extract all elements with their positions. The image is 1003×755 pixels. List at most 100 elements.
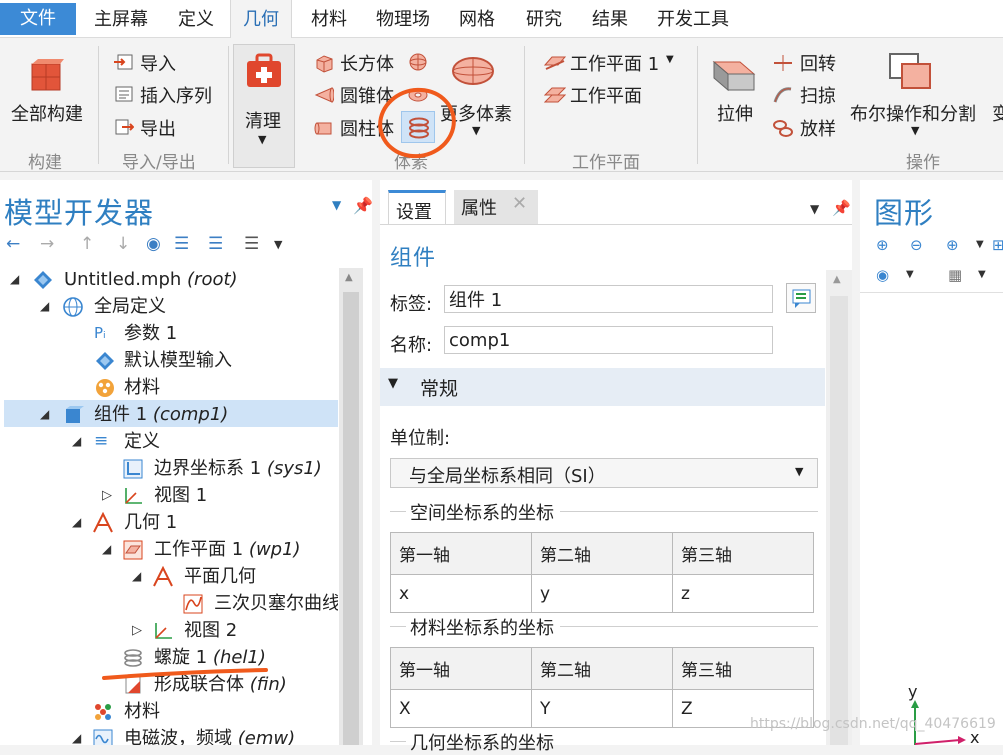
tree-item-plane-geometry[interactable]: ◢ 平面几何 xyxy=(0,563,338,590)
insert-sequence-button[interactable]: 插入序列 xyxy=(112,82,222,108)
tree-item-bezier-curve[interactable]: 三次贝塞尔曲线 xyxy=(0,590,338,617)
tree-item-work-plane-1[interactable]: ◢ 工作平面 1 (wp1) xyxy=(0,536,338,563)
chevron-down-icon[interactable]: ▼ xyxy=(978,269,986,280)
menu-materials[interactable]: 材料 xyxy=(311,0,347,38)
label-input[interactable] xyxy=(444,285,773,313)
label-caption: 标签: xyxy=(390,294,433,315)
export-button[interactable]: 导出 xyxy=(112,115,222,141)
table-cell[interactable]: z xyxy=(672,574,814,613)
menu-physics[interactable]: 物理场 xyxy=(376,0,430,38)
menu-definitions[interactable]: 定义 xyxy=(178,0,214,38)
menu-mesh[interactable]: 网格 xyxy=(459,0,495,38)
transform-button[interactable]: 变 xyxy=(990,52,1003,142)
block-button[interactable]: 长方体 xyxy=(312,50,407,76)
menu-developer[interactable]: 开发工具 xyxy=(657,0,729,38)
menu-geometry[interactable]: 几何 xyxy=(230,0,292,38)
list-view-icon[interactable]: ☰ xyxy=(244,234,259,254)
back-arrow-icon[interactable]: ← xyxy=(6,234,20,254)
bezier-curve-icon xyxy=(183,594,203,614)
tree-item-global-materials[interactable]: 材料 xyxy=(0,374,338,401)
forward-arrow-icon[interactable]: → xyxy=(40,234,54,254)
tree-item-component-1[interactable]: ◢ 组件 1 (comp1) xyxy=(0,401,338,428)
revolve-button[interactable]: 回转 xyxy=(772,50,842,76)
tab-settings[interactable]: 设置 xyxy=(388,190,446,224)
zoom-box-icon[interactable]: ⊕ xyxy=(946,236,959,254)
build-all-button[interactable]: 全部构建 xyxy=(6,52,90,142)
work-plane-1-button[interactable]: 工作平面 1 ▼ xyxy=(542,50,682,76)
menu-home[interactable]: 主屏幕 xyxy=(94,0,148,38)
coordinate-system-icon xyxy=(123,459,143,479)
settings-scrollbar-thumb[interactable] xyxy=(830,296,848,745)
clean-button[interactable]: 清理 ▼ xyxy=(233,44,295,168)
tree-item-default-model-inputs[interactable]: 默认模型输入 xyxy=(0,347,338,374)
collapse-all-icon[interactable]: ☰ xyxy=(174,234,189,254)
panel-menu-chevron-icon[interactable]: ▼ xyxy=(332,198,341,212)
boolean-partition-button[interactable]: 布尔操作和分割 ▼ xyxy=(848,52,980,142)
tree-item-root[interactable]: ◢ Untitled.mph (root) xyxy=(0,266,338,293)
menu-file[interactable]: 文件 xyxy=(0,3,76,35)
sphere-icon[interactable] xyxy=(407,51,429,73)
section-general-header[interactable]: ▼ 常规 xyxy=(380,368,825,406)
tree-item-global-definitions[interactable]: ◢ 全局定义 xyxy=(0,293,338,320)
chevron-down-icon[interactable]: ▼ xyxy=(906,269,914,280)
tree-item-boundary-system[interactable]: 边界坐标系 1 (sys1) xyxy=(0,455,338,482)
name-input[interactable] xyxy=(444,326,773,354)
panel-menu-chevron-icon[interactable]: ▼ xyxy=(810,202,819,216)
zoom-in-icon[interactable]: ⊕ xyxy=(876,236,889,254)
tree-item-electromagnetic-waves[interactable]: ◢ 电磁波，频域 (emw) xyxy=(0,725,338,745)
table-cell[interactable]: X xyxy=(390,689,532,728)
ribbon-divider xyxy=(524,46,525,164)
pin-icon[interactable]: 📌 xyxy=(353,196,373,215)
component-icon xyxy=(66,406,84,423)
tree-item-geometry-1[interactable]: ◢ 几何 1 xyxy=(0,509,338,536)
cube-view-icon[interactable]: ▦ xyxy=(948,266,962,284)
show-icon[interactable]: ◉ xyxy=(146,234,161,254)
tree-item-helix-1[interactable]: 螺旋 1 (hel1) xyxy=(0,644,338,671)
menu-study[interactable]: 研究 xyxy=(526,0,562,38)
table-cell[interactable]: Y xyxy=(531,689,673,728)
ellipsoid-icon xyxy=(452,57,494,85)
move-down-icon[interactable]: ↓ xyxy=(116,234,130,254)
import-button[interactable]: 导入 xyxy=(112,50,222,76)
column-header: 第一轴 xyxy=(390,532,532,575)
parameters-icon: Pᵢ xyxy=(94,324,106,342)
table-cell[interactable]: y xyxy=(531,574,673,613)
tab-properties[interactable]: 属性 ✕ xyxy=(454,190,538,224)
tree-item-view-1[interactable]: ▷ 视图 1 xyxy=(0,482,338,509)
column-header: 第二轴 xyxy=(531,647,673,690)
scroll-up-icon[interactable]: ▲ xyxy=(833,274,841,285)
chevron-down-icon: ▼ xyxy=(911,124,920,137)
spatial-coordinates-caption: 空间坐标系的坐标 xyxy=(410,503,554,524)
extrude-button[interactable]: 拉伸 xyxy=(706,52,766,142)
close-icon[interactable]: ✕ xyxy=(512,193,527,214)
unit-system-dropdown[interactable]: 与全局坐标系相同（SI） ▼ xyxy=(390,458,818,488)
tree-item-definitions[interactable]: ◢ ≡ 定义 xyxy=(0,428,338,455)
tree-item-materials[interactable]: 材料 xyxy=(0,698,338,725)
menu-results[interactable]: 结果 xyxy=(592,0,628,38)
chevron-down-icon[interactable]: ▼ xyxy=(976,239,984,250)
work-plane-button[interactable]: 工作平面 xyxy=(542,82,662,108)
expand-all-icon[interactable]: ☰ xyxy=(208,234,223,254)
table-cell[interactable]: x xyxy=(390,574,532,613)
boolean-icon xyxy=(889,53,931,89)
move-up-icon[interactable]: ↑ xyxy=(80,234,94,254)
zoom-extents-icon[interactable]: ⊞ xyxy=(992,236,1003,254)
zoom-out-icon[interactable]: ⊖ xyxy=(910,236,923,254)
tree-item-parameters[interactable]: Pᵢ 参数 1 xyxy=(0,320,338,347)
name-caption: 名称: xyxy=(390,335,433,356)
ribbon-divider xyxy=(98,46,99,164)
model-builder-title: 模型开发器 xyxy=(4,196,155,230)
loft-button[interactable]: 放样 xyxy=(772,115,842,141)
ribbon: 全部构建 构建 导入 插入序列 导出 导入/导出 清理 ▼ 长方体 圆锥体 圆柱… xyxy=(0,38,1003,173)
view-eye-icon[interactable]: ◉ xyxy=(876,266,889,284)
column-header: 第三轴 xyxy=(672,532,814,575)
graphics-title: 图形 xyxy=(874,196,935,230)
axis-y-label: y xyxy=(908,682,918,701)
tree-item-view-2[interactable]: ▷ 视图 2 xyxy=(0,617,338,644)
sweep-button[interactable]: 扫掠 xyxy=(772,82,842,108)
chevron-down-icon[interactable]: ▼ xyxy=(274,238,282,251)
tree-scrollbar-thumb[interactable] xyxy=(343,292,359,745)
pin-icon[interactable]: 📌 xyxy=(832,199,851,217)
label-edit-button[interactable] xyxy=(786,283,816,313)
scroll-up-icon[interactable]: ▲ xyxy=(345,272,353,283)
